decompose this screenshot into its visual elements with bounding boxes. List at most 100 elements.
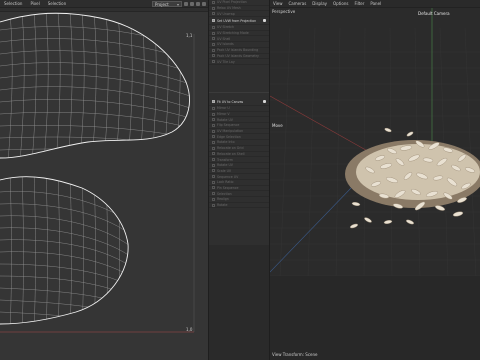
tool-icon — [212, 6, 215, 10]
viewport-camera-label: Perspective — [272, 9, 296, 14]
tool-icon — [212, 106, 215, 110]
tool-icon — [212, 42, 215, 46]
uv-shell-top-grid — [0, 13, 190, 159]
uv-menu-selection-2[interactable]: Selection — [44, 1, 70, 6]
uv-tool-label: Pack UV Islands Bounding — [217, 48, 259, 53]
viewport-scene[interactable] — [270, 8, 480, 360]
uv-project-dropdown[interactable]: Project — [152, 1, 182, 7]
uv-tool-label: Rotate UV — [217, 163, 233, 168]
uv-tool-label: Fit UV to Canvas — [217, 99, 244, 104]
uv-tool-label: Rotate UV — [217, 117, 233, 122]
uv-tool-label: UV Pixel Projection — [217, 0, 247, 5]
uv-tools-list-bottom: Fit UV to Canvas Mirror U Mirror V Rotate U… — [209, 98, 269, 209]
uv-tool-label: Flip Sequence — [217, 123, 240, 128]
active-indicator-icon — [263, 19, 266, 23]
uv-tool-label: UV Unwrap — [217, 11, 235, 16]
uv-tool-label: Transform — [217, 157, 233, 162]
uv-tool-label: Rotate — [217, 203, 228, 208]
uv-tool-label: UV Islands — [217, 42, 234, 47]
uv-tool-label: Edge Selection — [217, 134, 241, 139]
tool-icon — [212, 169, 215, 173]
viewport-default-camera-label[interactable]: Default Camera — [418, 11, 450, 16]
tool-icon — [212, 158, 215, 162]
tool-icon — [212, 192, 215, 196]
uv-tool-label: Mirror U — [217, 106, 230, 111]
uv-tool-item[interactable]: Set UVW from Projection — [209, 17, 269, 26]
uv-menu-selection[interactable]: Selection — [0, 1, 26, 6]
uv-tool-icon[interactable] — [184, 2, 188, 6]
uv-tool-label: UV Stretch — [217, 25, 235, 30]
uv-tool-label: Pin Sequence — [217, 185, 239, 190]
uv-tool-icon[interactable] — [190, 2, 194, 6]
tool-icon — [212, 123, 215, 127]
seed-pile — [345, 127, 480, 229]
tool-icon — [212, 0, 215, 4]
tool-icon — [212, 152, 215, 156]
uv-tool-label: Set UVW from Projection — [217, 18, 257, 23]
panel-separator — [209, 92, 269, 93]
uv-tool-item[interactable]: Fit UV to Canvas — [209, 98, 269, 106]
uv-tool-label: UV Manipulation — [217, 129, 244, 134]
uv-tool-label: Realign — [217, 197, 229, 202]
uv-tools-panel: UV Pixel Projection Relax UV Mesh UV Unwra… — [208, 0, 270, 360]
uv-shell-bottom-outline — [0, 176, 129, 325]
panel-empty-area — [209, 245, 269, 360]
tool-icon — [212, 203, 215, 207]
viewport-status-text: View Transform: Scene — [272, 352, 318, 357]
viewport-menu-display[interactable]: Display — [309, 1, 330, 6]
uv-tool-label: Rotate Into — [217, 140, 235, 145]
uv-tool-label: Sequence UV — [217, 174, 239, 179]
uv-editor-pane: Selection Pixel Selection Project ▾ 1,1 … — [0, 0, 208, 360]
tool-icon — [212, 163, 215, 167]
viewport-menu-cameras[interactable]: Cameras — [286, 1, 310, 6]
uv-tool-label: Selection — [217, 191, 232, 196]
uv-shell-bottom-grid — [0, 176, 129, 324]
tool-icon — [212, 186, 215, 190]
uv-coord-top: 1,1 — [186, 33, 193, 38]
tool-icon — [212, 12, 215, 16]
uv-tool-item[interactable]: Rotate — [209, 203, 269, 209]
tool-icon — [212, 54, 215, 58]
uv-tool-icon[interactable] — [202, 2, 206, 6]
uv-tool-label: Mirror V — [217, 112, 230, 117]
uv-canvas[interactable]: 1,1 1,0 — [0, 12, 208, 360]
viewport-menu-view[interactable]: View — [270, 1, 286, 6]
uv-tool-icon[interactable] — [196, 2, 200, 6]
viewport-menubar: View Cameras Display Options Filter Pane… — [270, 0, 480, 8]
tool-icon — [212, 175, 215, 179]
tool-icon — [212, 31, 215, 35]
tool-icon — [212, 60, 215, 64]
viewport-move-label: Move — [272, 123, 283, 128]
tool-icon — [212, 25, 215, 29]
tool-icon — [212, 135, 215, 139]
tool-icon — [212, 146, 215, 150]
3d-viewport[interactable]: View Cameras Display Options Filter Pane… — [270, 0, 480, 360]
tool-icon — [212, 140, 215, 144]
uv-tool-item[interactable]: UV Tile Lay — [209, 59, 269, 65]
uv-shell-top-outline — [0, 12, 190, 159]
uv-tool-label: Pack UV Islands Geometry — [217, 53, 259, 58]
tool-icon — [212, 19, 215, 23]
tool-icon — [212, 100, 215, 103]
uv-tool-label: UV Shell — [217, 36, 231, 41]
tool-icon — [212, 37, 215, 41]
uv-menu-pixel[interactable]: Pixel — [26, 1, 43, 6]
viewport-menu-panel[interactable]: Panel — [367, 1, 384, 6]
uv-tool-label: UV Stretching Mode — [217, 31, 249, 36]
tool-icon — [212, 112, 215, 116]
active-indicator-icon — [263, 100, 266, 103]
tool-icon — [212, 180, 215, 184]
uv-tool-label: UV Tile Lay — [217, 59, 235, 64]
tool-icon — [212, 48, 215, 52]
viewport-menu-filter[interactable]: Filter — [351, 1, 367, 6]
viewport-floor-below — [270, 276, 480, 360]
uv-coord-bottom: 1,0 — [186, 327, 193, 332]
tool-icon — [212, 118, 215, 122]
uv-tool-label: Relocate on Shell — [217, 151, 245, 156]
uv-tool-label: Lock Ratio — [217, 180, 234, 185]
uv-tool-label: Scale UV — [217, 168, 232, 173]
tool-icon — [212, 129, 215, 133]
viewport-menu-options[interactable]: Options — [330, 1, 351, 6]
tool-icon — [212, 197, 215, 201]
uv-tool-label: Relocate on Grid — [217, 146, 244, 151]
